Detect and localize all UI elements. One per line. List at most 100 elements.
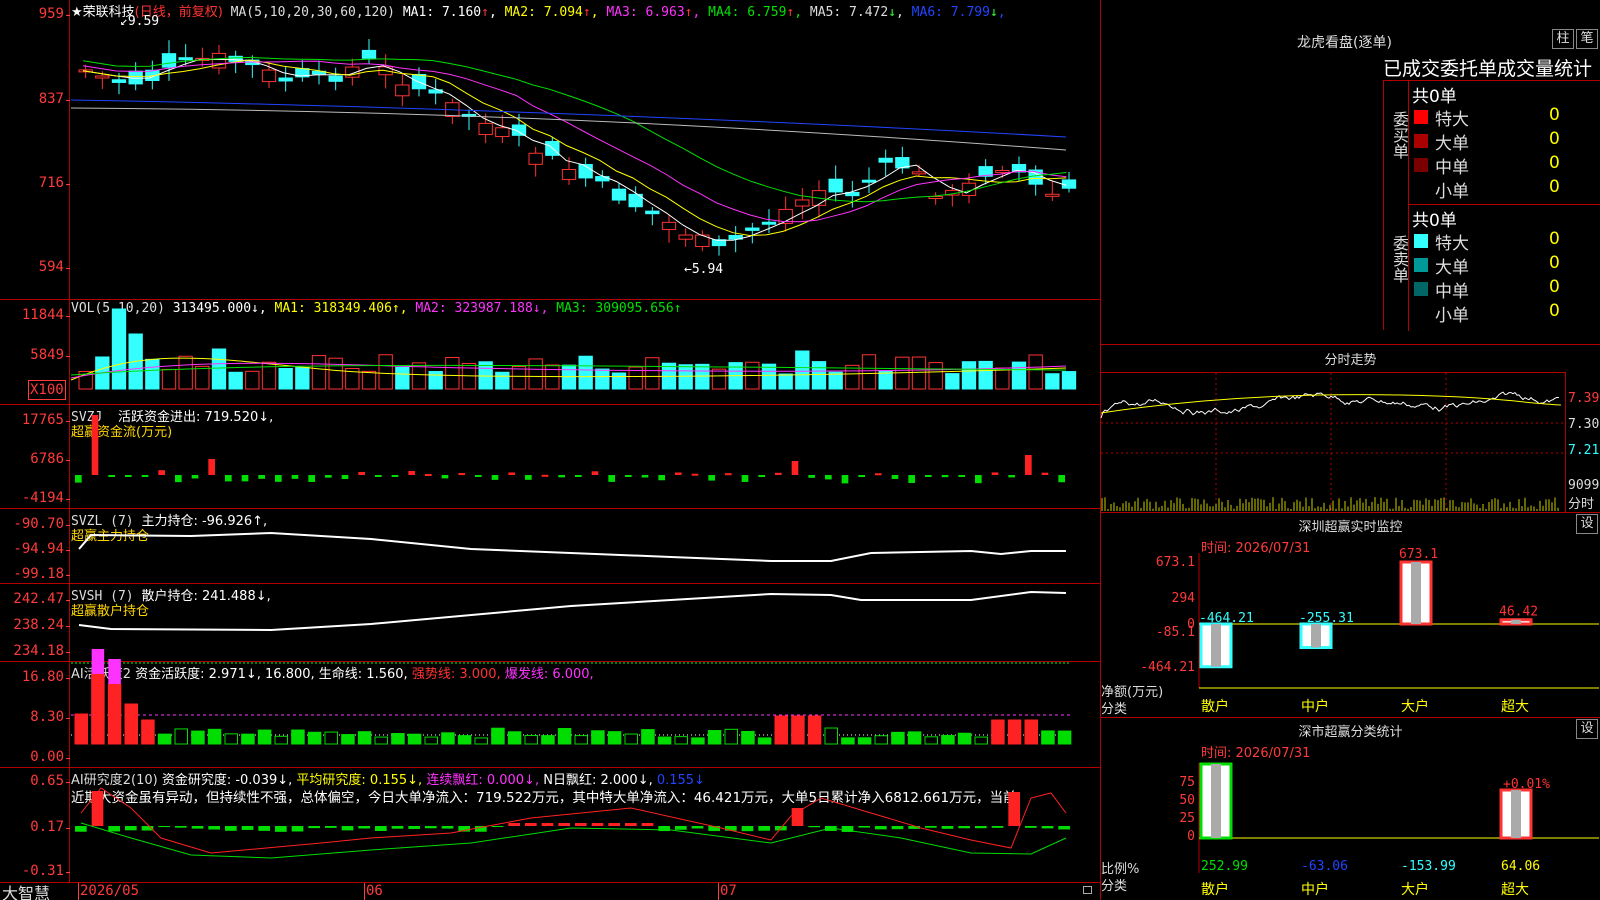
- fund-flow-bar: [925, 475, 932, 477]
- svzj-chart[interactable]: [71, 405, 1099, 508]
- fund-flow-bar: [675, 472, 682, 475]
- order-row-count: 0: [1549, 277, 1560, 297]
- lock-icon[interactable]: [1083, 886, 1092, 894]
- fund-flow-bar: [941, 475, 949, 478]
- svzl-tick: -90.70: [13, 516, 70, 532]
- volume-bar: [595, 368, 610, 390]
- fund-flow-bar: [741, 475, 749, 482]
- sz-net-chart[interactable]: 673.12940-85.1-464.21-464.21散户-255.31中户6…: [1101, 513, 1599, 717]
- ai-activity-panel[interactable]: 16.80 8.30 0.00 AI活跃度2 资金活跃度: 2.971↓, 16…: [0, 649, 1100, 768]
- candle: [111, 79, 127, 83]
- stats-tick: 25: [1179, 811, 1195, 826]
- research-bar: [158, 826, 170, 828]
- volume-bar: [711, 368, 727, 390]
- intraday-chart[interactable]: [1100, 373, 1566, 512]
- candle: [528, 152, 543, 165]
- svsh-chart[interactable]: [71, 584, 1099, 661]
- fund-flow-bar: [641, 475, 649, 478]
- fund-flow-bar: [225, 475, 232, 482]
- fund-flow-bar: [708, 475, 715, 481]
- svzj-panel[interactable]: 17765 6786 -4194 SVZJ 活跃资金进出: 719.520↓, …: [0, 405, 1100, 509]
- activity-bar: [674, 736, 688, 745]
- candle: [878, 157, 893, 163]
- research-bar: [125, 826, 137, 831]
- svzl-panel[interactable]: -90.70 -94.94 -99.18 SVZL (7) 主力持仓: -96.…: [0, 509, 1100, 584]
- order-color-swatch: [1414, 282, 1428, 296]
- ai-research-chart[interactable]: [71, 768, 1099, 881]
- activity-bar: [424, 736, 438, 745]
- candlestick-chart[interactable]: [70, 0, 1099, 299]
- pen-mode-button[interactable]: 笔: [1576, 29, 1598, 49]
- volume-bar: [245, 370, 260, 390]
- research-bar: [258, 826, 270, 831]
- fund-flow-bar: [91, 415, 99, 475]
- volume-bar: [995, 367, 1010, 390]
- svsh-tick: 234.18: [13, 643, 70, 659]
- sz-stats-panel[interactable]: 深市超赢分类统计 设 时间: 2026/07/31 比例% 分类 75 50 25 0…: [1100, 718, 1600, 900]
- volume-bar: [161, 368, 177, 390]
- order-row-label: 小单: [1435, 182, 1469, 202]
- volume-chart[interactable]: [70, 300, 1099, 404]
- volume-bar: [645, 357, 660, 390]
- volume-panel[interactable]: 11844 5849 X100 VOL(5,10,20) 313495.000↓…: [0, 300, 1100, 405]
- research-bar: [358, 826, 370, 829]
- volume-bar: [195, 365, 210, 390]
- sz-ratio-chart[interactable]: 75 50 25 0 +0.01% 252.99 散户 -63.06 中户 -153.99 大户 64…: [1101, 718, 1599, 899]
- date-label: 07: [720, 883, 737, 899]
- activity-bar: [191, 730, 205, 745]
- activity-bar: [724, 728, 738, 745]
- candle: [161, 53, 177, 68]
- kline-panel[interactable]: 959 837 716 594 ★荣联科技(日线，前复权) MA(5,10,20…: [0, 0, 1100, 300]
- sz-net-value: -255.31: [1299, 611, 1354, 626]
- activity-bar: [207, 728, 222, 745]
- svsh-tick: 242.47: [13, 591, 70, 607]
- volume-bar: [278, 367, 293, 390]
- svzl-chart[interactable]: [71, 509, 1099, 583]
- activity-top-bar: [108, 659, 121, 684]
- sz-category: 超大: [1501, 699, 1529, 715]
- fund-flow-bar: [758, 475, 765, 478]
- research-bar: [1041, 826, 1054, 829]
- research-bar: [991, 826, 1004, 828]
- activity-bar: [291, 729, 305, 745]
- intraday-panel[interactable]: 分时走势 7.39 7.30 7.21 9099 分时: [1100, 345, 1600, 513]
- volume-bar: [961, 361, 977, 390]
- fund-flow-bar: [991, 472, 999, 475]
- research-bar: [75, 826, 87, 832]
- stats-tick: 50: [1179, 793, 1195, 808]
- research-bar: [191, 826, 204, 829]
- price-tick: 716: [38, 175, 71, 191]
- bar-mode-button[interactable]: 柱: [1552, 29, 1574, 49]
- volume-bar: [178, 355, 193, 390]
- activity-bar: [391, 733, 405, 745]
- candle: [911, 171, 927, 175]
- research-bar: [958, 826, 970, 829]
- volume-axis: 11844 5849 X100: [0, 300, 71, 404]
- order-row: 大单00%: [1409, 253, 1600, 278]
- research-bar: [525, 823, 537, 826]
- stats-ratio-bar-core: [1511, 790, 1521, 838]
- ai-activity-chart[interactable]: [71, 649, 1099, 767]
- order-row-label: 大单: [1435, 134, 1469, 154]
- activity-bar: [474, 737, 488, 745]
- activity-bar: [757, 737, 772, 745]
- ai-research-panel[interactable]: 0.65 0.17 -0.31 AI研究度2(10) 资金研究度: -0.039…: [0, 768, 1100, 882]
- research-bar: [341, 826, 354, 831]
- research-bar: [691, 826, 704, 829]
- sz-monitor-panel[interactable]: 深圳超赢实时监控 设 时间: 2026/07/31 净额(万元) 分类 673.…: [1100, 513, 1600, 718]
- svzj-tick: 17765: [21, 412, 71, 428]
- date-tick: [78, 883, 79, 900]
- position-line: [78, 531, 1066, 562]
- fund-flow-bar: [908, 475, 915, 483]
- stats-tick: 75: [1179, 775, 1195, 790]
- sz-tick: -85.1: [1156, 625, 1195, 640]
- volume-unit: X100: [28, 380, 66, 400]
- fund-flow-bar: [775, 472, 782, 475]
- research-bar: [241, 826, 254, 830]
- research-bar: [108, 826, 120, 832]
- brand-label[interactable]: 大智慧: [2, 880, 50, 900]
- sz-category: 散户: [1201, 698, 1229, 715]
- candle: [561, 169, 577, 180]
- svsh-panel[interactable]: 242.47 238.24 234.18 SVSH (7) 散户持仓: 241.…: [0, 584, 1100, 662]
- volume-bar: [1061, 371, 1077, 390]
